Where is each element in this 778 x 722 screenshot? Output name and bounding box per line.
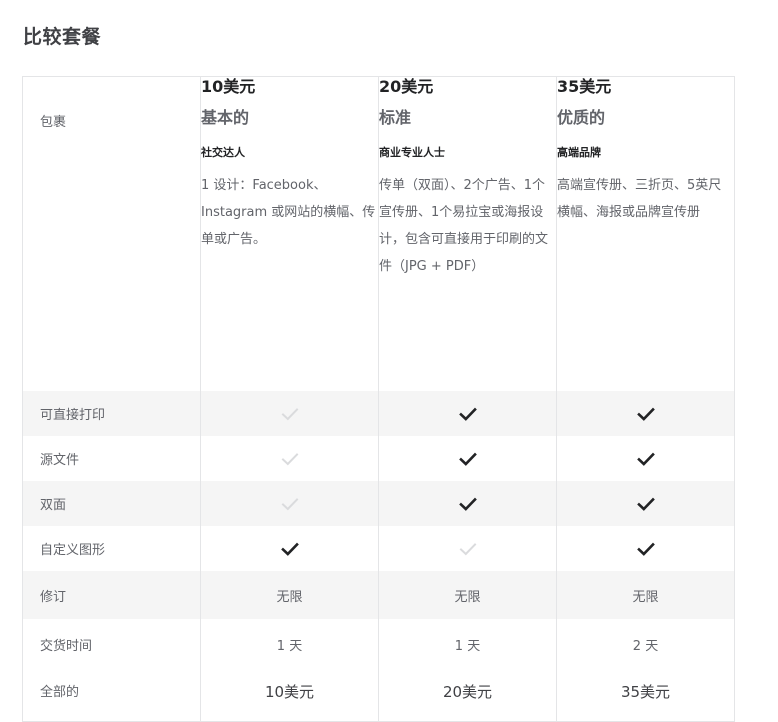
revisions-value: 无限 bbox=[454, 589, 481, 605]
package-tagline: 商业专业人士 bbox=[379, 146, 445, 159]
package-header-row: 包裹 10美元 基本的 社交达人 1 设计：Facebook、Instagram… bbox=[22, 76, 735, 392]
package-premium: 35美元 优质的 高端品牌 高端宣传册、三折页、5英尺横幅、海报或品牌宣传册 bbox=[557, 77, 735, 392]
check-icon bbox=[636, 407, 655, 421]
check-icon bbox=[458, 407, 477, 421]
check-icon bbox=[636, 497, 655, 511]
feature-row-revisions: 修订 无限 无限 无限 bbox=[22, 571, 735, 619]
total-row: 全部的 10美元 20美元 35美元 bbox=[22, 669, 735, 722]
feature-cell: 1 天 bbox=[200, 619, 379, 669]
package-description: 传单（双面）、2个广告、1个宣传册、1个易拉宝或海报设计，包含可直接用于印刷的文… bbox=[379, 178, 549, 274]
package-comparison-table: 包裹 10美元 基本的 社交达人 1 设计：Facebook、Instagram… bbox=[22, 76, 735, 722]
package-name: 标准 bbox=[379, 108, 412, 127]
feature-row-double-sided: 双面 bbox=[22, 481, 735, 526]
check-icon bbox=[458, 452, 477, 466]
package-name: 基本的 bbox=[201, 108, 250, 127]
package-tagline: 社交达人 bbox=[201, 146, 245, 159]
delivery-time-value: 1 天 bbox=[276, 638, 303, 654]
feature-label: 修订 bbox=[22, 571, 201, 619]
package-description: 高端宣传册、三折页、5英尺横幅、海报或品牌宣传册 bbox=[557, 178, 722, 220]
check-icon bbox=[281, 497, 299, 511]
package-header-label: 包裹 bbox=[22, 76, 201, 391]
revisions-value: 无限 bbox=[276, 589, 303, 605]
feature-label: 源文件 bbox=[22, 436, 201, 481]
feature-cell: 1 天 bbox=[378, 619, 557, 669]
feature-cell bbox=[200, 391, 379, 436]
feature-cell: 无限 bbox=[200, 571, 379, 619]
package-tagline: 高端品牌 bbox=[557, 146, 601, 159]
feature-cell bbox=[378, 526, 557, 571]
feature-cell bbox=[378, 436, 557, 481]
feature-cell: 无限 bbox=[378, 571, 557, 619]
feature-cell: 2 天 bbox=[557, 619, 735, 669]
package-description: 1 设计：Facebook、Instagram 或网站的横幅、传单或广告。 bbox=[201, 178, 376, 247]
feature-row-source-file: 源文件 bbox=[22, 436, 735, 481]
package-basic: 10美元 基本的 社交达人 1 设计：Facebook、Instagram 或网… bbox=[200, 76, 379, 391]
feature-cell bbox=[378, 481, 557, 526]
check-icon bbox=[280, 542, 299, 556]
check-icon bbox=[281, 407, 299, 421]
total-price: 35美元 bbox=[620, 683, 671, 701]
delivery-time-value: 2 天 bbox=[632, 638, 659, 654]
package-price: 35美元 bbox=[557, 77, 612, 96]
feature-label: 交货时间 bbox=[22, 619, 201, 669]
feature-label: 双面 bbox=[22, 481, 201, 526]
package-price: 20美元 bbox=[379, 77, 434, 96]
feature-row-print-ready: 可直接打印 bbox=[22, 391, 735, 436]
feature-label: 可直接打印 bbox=[22, 391, 201, 436]
delivery-time-value: 1 天 bbox=[454, 638, 481, 654]
revisions-value: 无限 bbox=[632, 589, 659, 605]
feature-cell bbox=[200, 526, 379, 571]
feature-cell bbox=[378, 391, 557, 436]
package-standard: 20美元 标准 商业专业人士 传单（双面）、2个广告、1个宣传册、1个易拉宝或海… bbox=[378, 76, 557, 391]
check-icon bbox=[281, 452, 299, 466]
feature-row-delivery-time: 交货时间 1 天 1 天 2 天 bbox=[22, 619, 735, 669]
package-name: 优质的 bbox=[557, 108, 606, 127]
total-label: 全部的 bbox=[22, 669, 201, 722]
feature-cell bbox=[557, 436, 735, 481]
total-price: 10美元 bbox=[200, 669, 379, 722]
check-icon bbox=[636, 452, 655, 466]
total-price: 20美元 bbox=[378, 669, 557, 722]
check-icon bbox=[459, 542, 477, 556]
feature-cell bbox=[557, 526, 735, 571]
feature-cell bbox=[200, 436, 379, 481]
check-icon bbox=[636, 542, 655, 556]
page-title: 比较套餐 bbox=[23, 26, 102, 48]
feature-row-custom-graphics: 自定义图形 bbox=[22, 526, 735, 571]
check-icon bbox=[458, 497, 477, 511]
feature-cell: 无限 bbox=[556, 571, 735, 619]
package-price: 10美元 bbox=[201, 77, 256, 96]
feature-cell bbox=[556, 391, 735, 436]
feature-cell bbox=[556, 481, 735, 526]
feature-label: 自定义图形 bbox=[22, 526, 201, 571]
feature-cell bbox=[200, 481, 379, 526]
